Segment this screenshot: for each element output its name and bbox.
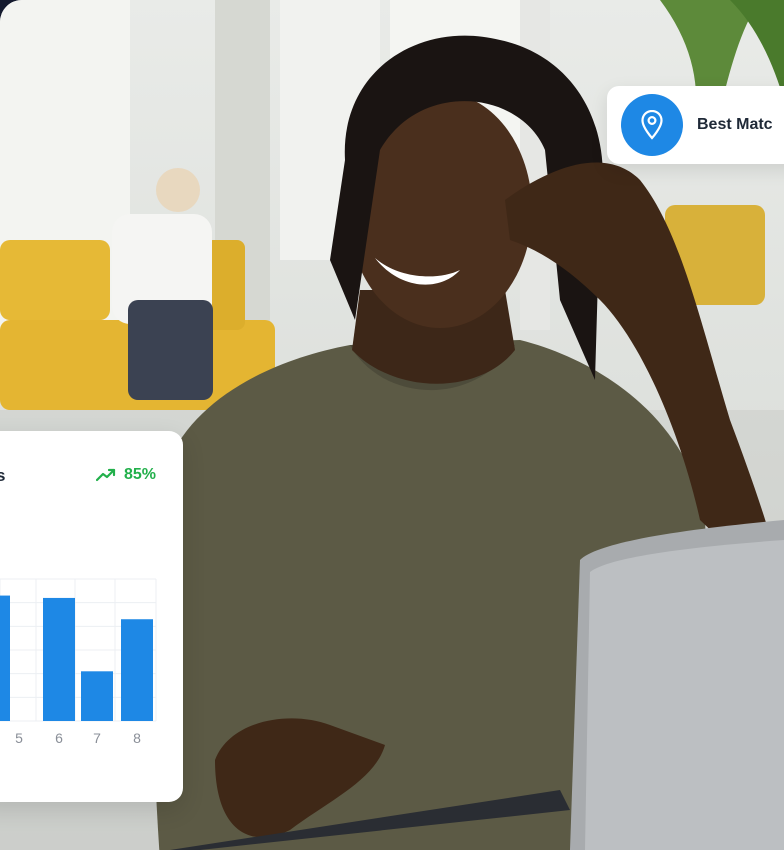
bar-6 — [43, 597, 75, 721]
location-pin-icon — [621, 94, 683, 156]
best-match-label: Best Matc — [697, 116, 773, 133]
x-tick-label: 5 — [15, 730, 23, 746]
x-tick-label: 8 — [133, 730, 141, 746]
best-match-card[interactable]: Best Matc — [607, 86, 784, 164]
x-tick-label: 6 — [55, 730, 63, 746]
trend-value: 85% — [123, 466, 156, 483]
bar-7 — [81, 671, 113, 721]
trend-up-icon — [95, 468, 116, 482]
bar-8 — [121, 619, 153, 721]
stats-card: s 85% 5 6 7 8 — [0, 431, 183, 802]
trend-indicator: 85% — [95, 466, 156, 484]
x-tick-label: 7 — [93, 730, 101, 746]
bar-partial — [0, 595, 10, 721]
stats-card-title: s — [0, 466, 6, 485]
bar-chart: 5 6 7 8 — [0, 578, 157, 746]
